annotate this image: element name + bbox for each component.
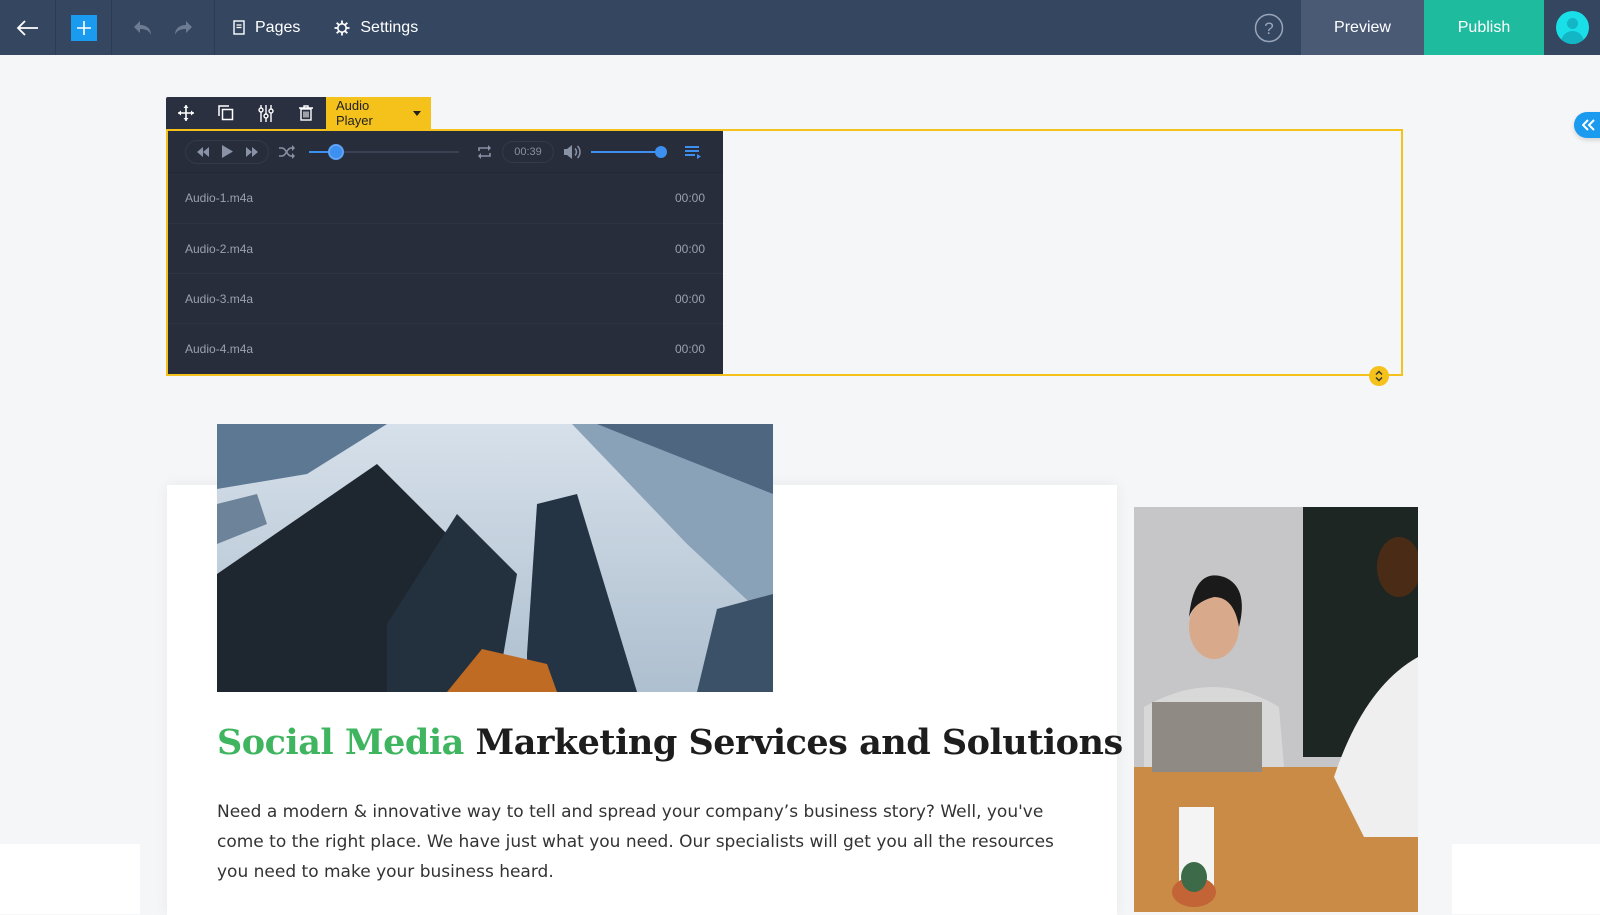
redo-button[interactable]: [173, 19, 193, 37]
progress-handle[interactable]: [328, 143, 344, 160]
resize-vertical-icon: [1375, 370, 1383, 382]
back-button[interactable]: [0, 0, 56, 55]
playlist-track[interactable]: Audio-3.m4a 00:00: [168, 273, 723, 323]
history-group: [112, 0, 215, 55]
duplicate-button[interactable]: [206, 97, 246, 129]
preview-button[interactable]: Preview: [1301, 0, 1424, 55]
question-circle-icon: ?: [1254, 13, 1284, 42]
move-icon: [178, 105, 194, 121]
headline-accent: Social Media: [217, 722, 464, 763]
skyscrapers-illustration: [217, 424, 773, 692]
audio-player: 00:39 Audio-1.m4a 00:00 Audio-2.m4a 00:00 Au…: [168, 131, 723, 374]
volume-handle[interactable]: [655, 145, 667, 158]
gear-icon: [334, 20, 350, 35]
playlist-button[interactable]: [685, 145, 701, 159]
svg-text:?: ?: [1264, 19, 1273, 38]
plus-icon: [70, 14, 97, 41]
meeting-illustration: [1134, 507, 1418, 912]
playlist: Audio-1.m4a 00:00 Audio-2.m4a 00:00 Audio-3.…: [168, 173, 723, 373]
section-background-left: [0, 844, 140, 914]
arrow-left-icon: [16, 19, 38, 36]
play-button[interactable]: [221, 145, 233, 158]
section-headline: Social Media Marketing Services and Solu…: [217, 722, 1123, 763]
topbar-nav: Pages Settings: [215, 0, 418, 55]
editor-topbar: Pages Settings ? Preview Publish: [0, 0, 1600, 55]
element-type-dropdown[interactable]: Audio Player: [326, 97, 431, 129]
shuffle-button[interactable]: [279, 144, 295, 159]
sliders-icon: [258, 104, 274, 122]
delete-button[interactable]: [286, 97, 326, 129]
help-button[interactable]: ?: [1237, 0, 1301, 55]
track-duration: 00:00: [674, 341, 705, 356]
current-time: 00:39: [502, 140, 554, 163]
pages-menu[interactable]: Pages: [233, 19, 300, 37]
rewind-button[interactable]: [196, 146, 209, 157]
undo-icon: [134, 20, 151, 35]
track-name: Audio-4.m4a: [185, 341, 254, 356]
add-element-button[interactable]: [56, 0, 112, 55]
play-icon: [221, 145, 233, 158]
playlist-icon: [685, 145, 701, 159]
settings-menu[interactable]: Settings: [334, 19, 418, 37]
rewind-icon: [196, 146, 209, 157]
element-settings-button[interactable]: [246, 97, 286, 129]
repeat-icon: [478, 144, 491, 159]
fast-forward-icon: [245, 146, 258, 157]
user-avatar-icon: [1555, 11, 1589, 44]
page-icon: [233, 20, 245, 35]
fast-forward-button[interactable]: [245, 146, 258, 157]
publish-button[interactable]: Publish: [1424, 0, 1544, 55]
volume-slider[interactable]: [591, 145, 667, 159]
user-menu[interactable]: [1544, 0, 1600, 55]
volume-icon: [564, 144, 581, 159]
redo-icon: [175, 20, 192, 35]
trash-icon: [299, 105, 313, 121]
progress-slider[interactable]: [309, 143, 459, 160]
pages-label: Pages: [255, 18, 301, 36]
caret-down-icon: [413, 110, 421, 116]
playlist-track[interactable]: Audio-2.m4a 00:00: [168, 223, 723, 273]
transport-group: [185, 139, 269, 164]
headline-rest: Marketing Services and Solutions: [463, 722, 1124, 763]
element-tools: [166, 97, 326, 129]
undo-button[interactable]: [133, 19, 153, 37]
section-background-right: [1452, 844, 1600, 914]
track-duration: 00:00: [674, 191, 705, 205]
mute-button[interactable]: [564, 144, 581, 159]
track-name: Audio-2.m4a: [185, 241, 254, 256]
buildings-image[interactable]: [217, 424, 773, 692]
player-controls: 00:39: [168, 131, 723, 173]
double-chevron-left-icon: [1582, 119, 1595, 131]
side-panel-toggle[interactable]: [1574, 112, 1600, 138]
resize-handle[interactable]: [1369, 366, 1389, 386]
track-duration: 00:00: [674, 291, 705, 306]
track-duration: 00:00: [674, 241, 705, 256]
meeting-image[interactable]: [1134, 507, 1418, 912]
playlist-track[interactable]: Audio-1.m4a 00:00: [168, 173, 723, 223]
section-body-text: Need a modern & innovative way to tell a…: [217, 802, 1054, 882]
move-button[interactable]: [166, 97, 206, 129]
playlist-track[interactable]: Audio-4.m4a 00:00: [168, 323, 723, 373]
element-type-label: Audio Player: [336, 98, 373, 128]
duplicate-icon: [218, 105, 234, 121]
track-name: Audio-1.m4a: [185, 191, 254, 205]
repeat-button[interactable]: [477, 144, 492, 159]
settings-label: Settings: [360, 18, 419, 36]
track-name: Audio-3.m4a: [185, 291, 254, 306]
element-toolbar: Audio Player: [166, 97, 431, 129]
shuffle-icon: [279, 144, 295, 159]
